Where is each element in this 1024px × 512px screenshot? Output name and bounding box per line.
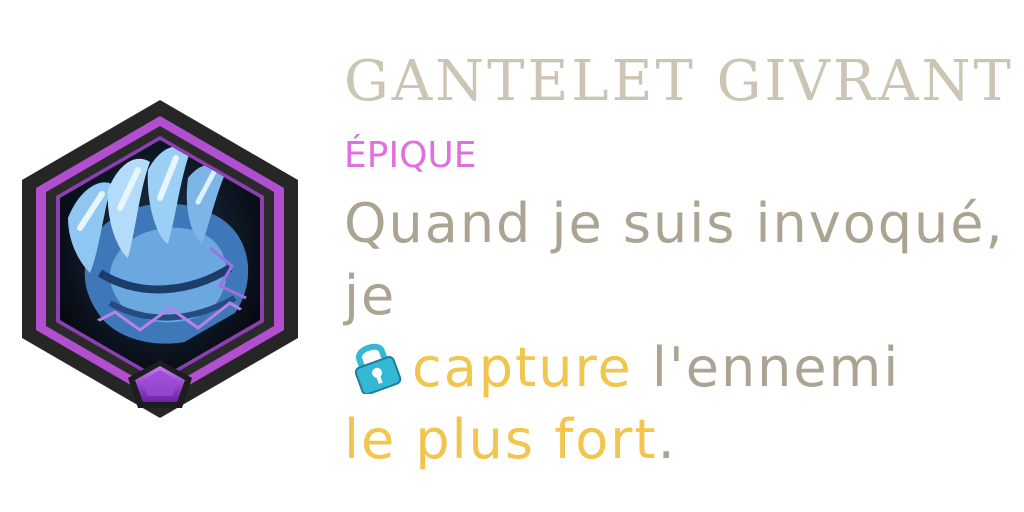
keyword-strongest: le plus fort [344,408,658,471]
lock-icon [354,343,402,394]
description-end: . [657,408,677,471]
frost-gauntlet-icon [22,100,298,418]
rarity-label: ÉPIQUE [344,135,477,176]
keyword-capture: capture [412,336,633,399]
item-icon-frame [20,98,300,420]
description-text: Quand je suis invoqué, je [344,192,1005,327]
description-text-2: l'ennemi [632,336,901,399]
card-title: GANTELET GIVRANT [344,49,1014,114]
card-description: Quand je suis invoqué, je capture l'enne… [344,188,1014,476]
